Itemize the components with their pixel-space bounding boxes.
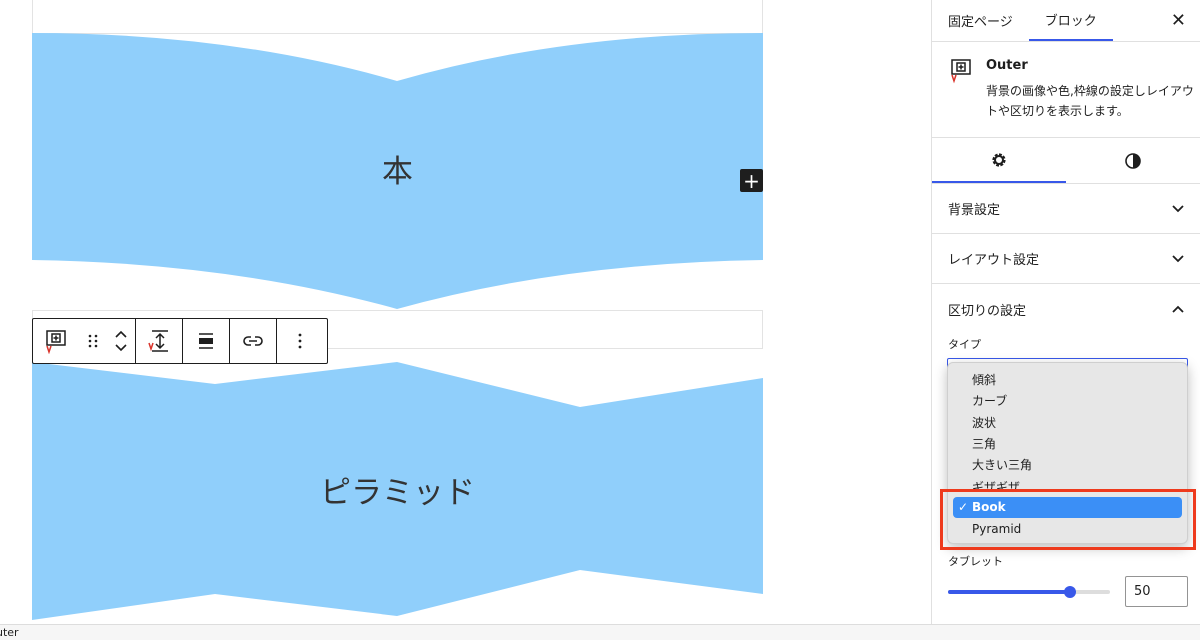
tablet-slider[interactable] [948,586,1110,598]
option-large-triangle[interactable]: 大きい三角 [948,454,1187,475]
move-buttons [107,319,135,363]
move-up-icon[interactable] [114,329,128,339]
tab-styles[interactable] [1066,138,1200,183]
annotation-highlight-box [940,489,1196,550]
drag-handle-icon [88,334,98,348]
tab-page[interactable]: 固定ページ [932,0,1029,41]
panel-divider-settings[interactable]: 区切りの設定 [932,284,1200,334]
panel-title: 区切りの設定 [948,303,1027,319]
align-button[interactable] [183,319,229,363]
sidebar-tabs: 固定ページ ブロック ✕ [932,0,1200,42]
block-breadcrumb[interactable]: uter [0,626,19,639]
gear-icon [992,152,1006,167]
chevron-down-icon [1172,254,1184,262]
panel-background-settings[interactable]: 背景設定 [932,184,1200,234]
tablet-label: タブレット [948,555,1003,568]
panel-title: 背景設定 [948,203,1001,218]
close-icon[interactable]: ✕ [1171,10,1186,31]
toolbar-group-link [230,319,277,363]
move-down-icon[interactable] [114,343,128,353]
block-inserter-button[interactable]: + [740,169,763,192]
tab-settings[interactable] [932,138,1066,183]
block-frame-top [32,0,763,34]
slider-fill [948,590,1070,594]
chevron-down-icon [1172,204,1184,212]
toolbar-group-align [183,319,230,363]
option-slope[interactable]: 傾斜 [948,369,1187,390]
link-icon [243,336,263,346]
option-triangle[interactable]: 三角 [948,433,1187,454]
editor-canvas: 本 + ピラミッド [0,0,931,624]
slider-thumb[interactable] [1063,586,1076,598]
toolbar-group-height [136,319,183,363]
outer-block-icon [46,330,66,354]
tab-block[interactable]: ブロック [1028,0,1113,41]
status-bar: uter [0,624,1200,640]
outer-block-button[interactable] [33,319,79,363]
block-card: Outer 背景の画像や色,枠線の設定しレイアウトや区切りを表示します。 [932,42,1200,138]
contrast-icon [1125,152,1141,169]
tablet-value-input[interactable]: 50 [1125,576,1188,607]
drag-handle-button[interactable] [79,319,107,363]
height-icon [148,330,168,352]
panel-title: レイアウト設定 [948,253,1040,268]
option-curve[interactable]: カーブ [948,390,1187,411]
option-wave[interactable]: 波状 [948,412,1187,433]
toolbar-group-options [277,319,323,363]
pyramid-block-text[interactable]: ピラミッド [32,467,763,512]
more-options-button[interactable] [277,319,323,363]
panel-layout-settings[interactable]: レイアウト設定 [932,234,1200,284]
link-button[interactable] [230,319,276,363]
outer-block-icon [948,58,974,123]
height-button[interactable] [136,319,182,363]
block-title: Outer [986,58,1028,73]
toolbar-group-block [33,319,136,363]
align-icon [199,333,213,349]
block-description: 背景の画像や色,枠線の設定しレイアウトや区切りを表示します。 [986,84,1194,118]
block-toolbar [32,318,328,364]
plus-icon: + [743,168,760,193]
block-settings-tabs [932,138,1200,184]
chevron-up-icon [1172,305,1184,313]
book-block-text[interactable]: 本 [32,146,763,191]
more-options-icon [298,333,302,349]
divider-type-label: タイプ [948,338,981,351]
